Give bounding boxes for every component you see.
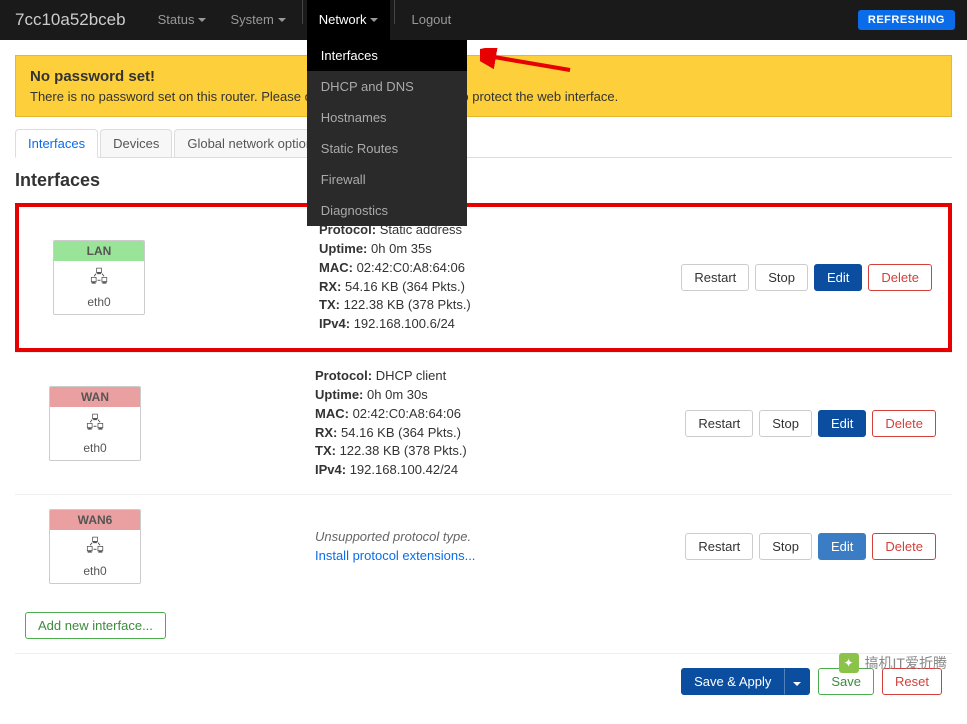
interface-badge: WAN6 🖧 eth0 — [49, 509, 141, 584]
footer-actions: Save & Apply Save Reset — [15, 653, 952, 709]
interface-row-lan: LAN 🖧 eth0 Protocol: Static address Upti… — [15, 203, 952, 352]
separator — [302, 0, 303, 24]
ethernet-icon: 🖧 — [50, 412, 140, 439]
dropdown-interfaces[interactable]: Interfaces — [307, 40, 467, 71]
interface-actions: Restart Stop Edit Delete — [685, 410, 942, 437]
edit-button[interactable]: Edit — [818, 533, 866, 560]
interface-badge: LAN 🖧 eth0 — [53, 240, 145, 315]
stop-button[interactable]: Stop — [759, 533, 812, 560]
interface-info: Protocol: Static address Uptime: 0h 0m 3… — [319, 221, 681, 334]
install-extensions-link[interactable]: Install protocol extensions... — [315, 548, 475, 563]
interface-name: WAN6 — [50, 510, 140, 530]
nav-system[interactable]: System — [218, 0, 297, 40]
nav-network[interactable]: Network — [307, 0, 391, 40]
unsupported-text: Unsupported protocol type. — [315, 528, 685, 547]
refresh-badge: REFRESHING — [858, 10, 955, 30]
interface-dev: eth0 — [83, 441, 106, 455]
save-apply-button[interactable]: Save & Apply — [681, 668, 784, 695]
dropdown-firewall[interactable]: Firewall — [307, 164, 467, 195]
interface-row-wan: WAN 🖧 eth0 Protocol: DHCP client Uptime:… — [15, 352, 952, 494]
chevron-down-icon — [198, 18, 206, 22]
interface-actions: Restart Stop Edit Delete — [685, 533, 942, 560]
brand: 7cc10a52bceb — [15, 10, 126, 30]
tab-interfaces[interactable]: Interfaces — [15, 129, 98, 158]
restart-button[interactable]: Restart — [685, 410, 753, 437]
delete-button[interactable]: Delete — [868, 264, 932, 291]
stop-button[interactable]: Stop — [759, 410, 812, 437]
interface-actions: Restart Stop Edit Delete — [681, 264, 938, 291]
save-apply-group: Save & Apply — [681, 668, 810, 695]
interface-dev: eth0 — [83, 564, 106, 578]
main-container: No password set! There is no password se… — [0, 40, 967, 724]
interface-info: Protocol: DHCP client Uptime: 0h 0m 30s … — [315, 367, 685, 480]
tab-devices[interactable]: Devices — [100, 129, 172, 157]
ethernet-icon: 🖧 — [50, 535, 140, 562]
interface-row-wan6: WAN6 🖧 eth0 Unsupported protocol type. I… — [15, 494, 952, 598]
edit-button[interactable]: Edit — [814, 264, 862, 291]
chevron-down-icon — [278, 18, 286, 22]
dropdown-diagnostics[interactable]: Diagnostics — [307, 195, 467, 226]
navbar-nav: Status System Network Interfaces DHCP an… — [146, 0, 464, 40]
interface-name: WAN — [50, 387, 140, 407]
add-interface-button[interactable]: Add new interface... — [25, 612, 166, 639]
interface-dev: eth0 — [87, 295, 110, 309]
add-row: Add new interface... — [15, 598, 952, 653]
restart-button[interactable]: Restart — [681, 264, 749, 291]
stop-button[interactable]: Stop — [755, 264, 808, 291]
edit-button[interactable]: Edit — [818, 410, 866, 437]
restart-button[interactable]: Restart — [685, 533, 753, 560]
network-dropdown: Interfaces DHCP and DNS Hostnames Static… — [307, 40, 467, 226]
delete-button[interactable]: Delete — [872, 410, 936, 437]
interface-badge: WAN 🖧 eth0 — [49, 386, 141, 461]
navbar: 7cc10a52bceb Status System Network Inter… — [0, 0, 967, 40]
chevron-down-icon — [370, 18, 378, 22]
wechat-icon: ✦ — [839, 653, 859, 673]
alert-text: There is no password set on this router.… — [30, 89, 937, 104]
interface-info: Unsupported protocol type. Install proto… — [315, 528, 685, 566]
nav-status[interactable]: Status — [146, 0, 219, 40]
separator — [394, 0, 395, 24]
watermark: ✦ 搞机IT爱折腾 — [839, 653, 947, 673]
chevron-down-icon — [793, 682, 801, 686]
dropdown-static-routes[interactable]: Static Routes — [307, 133, 467, 164]
delete-button[interactable]: Delete — [872, 533, 936, 560]
dropdown-hostnames[interactable]: Hostnames — [307, 102, 467, 133]
interface-name: LAN — [54, 241, 144, 261]
page-title: Interfaces — [15, 170, 952, 191]
dropdown-dhcp-dns[interactable]: DHCP and DNS — [307, 71, 467, 102]
tabs: Interfaces Devices Global network option… — [15, 129, 952, 158]
ethernet-icon: 🖧 — [54, 266, 144, 293]
nav-logout[interactable]: Logout — [399, 0, 463, 40]
save-apply-dropdown[interactable] — [784, 668, 810, 695]
annotation-arrow — [480, 48, 580, 78]
